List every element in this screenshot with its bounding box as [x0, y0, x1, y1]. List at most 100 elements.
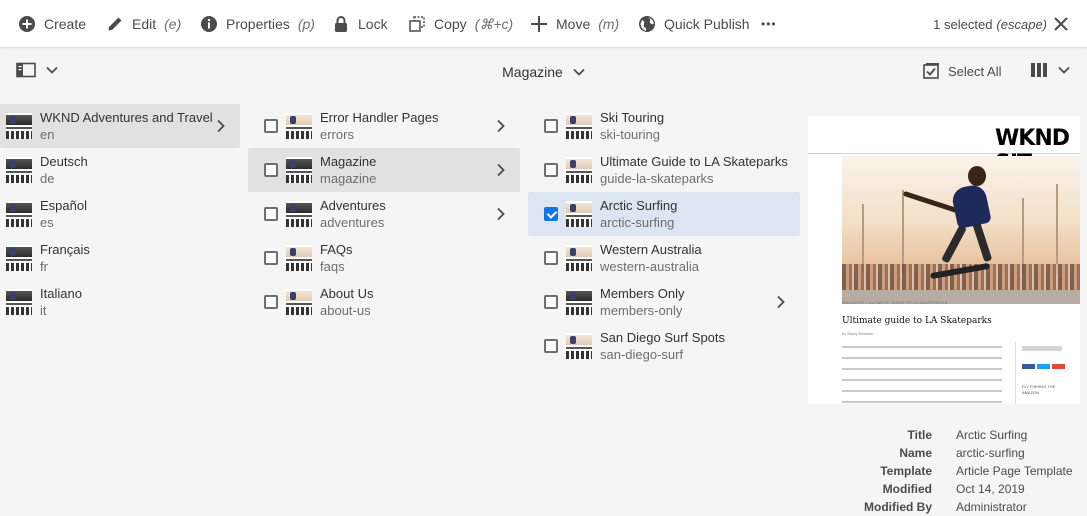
- select-all-icon: [923, 63, 939, 79]
- lock-icon: [335, 16, 347, 32]
- edit-label: Edit: [132, 16, 157, 32]
- move-shortcut: (m): [598, 16, 620, 32]
- item-labels: Ski Touring ski-touring: [600, 109, 664, 143]
- sub-header: Magazine Select All: [0, 48, 1087, 96]
- item-labels: About Us about-us: [320, 285, 373, 319]
- view-switcher[interactable]: [1030, 62, 1070, 78]
- move-label: Move: [556, 16, 591, 32]
- rail-toggle-button[interactable]: [16, 62, 58, 78]
- item-name: about-us: [320, 303, 371, 318]
- list-item[interactable]: Deutsch de: [0, 148, 240, 192]
- meta-label-name: Name: [899, 446, 932, 460]
- list-item[interactable]: Italiano it: [0, 280, 240, 324]
- item-checkbox[interactable]: [264, 163, 278, 177]
- item-labels: Magazine magazine: [320, 153, 376, 187]
- item-checkbox[interactable]: [544, 295, 558, 309]
- list-item[interactable]: Members Only members-only: [528, 280, 800, 324]
- item-title: Arctic Surfing: [600, 198, 678, 213]
- list-item[interactable]: Ultimate Guide to LA Skateparks guide-la…: [528, 148, 800, 192]
- more-button[interactable]: •••: [761, 0, 777, 48]
- move-icon: [531, 16, 547, 32]
- page-thumbnail: [6, 245, 32, 271]
- item-title: Error Handler Pages: [320, 110, 439, 125]
- lock-label: Lock: [358, 16, 388, 32]
- list-item[interactable]: FAQs faqs: [248, 236, 520, 280]
- item-labels: Western Australia western-australia: [600, 241, 702, 275]
- list-item[interactable]: Error Handler Pages errors: [248, 104, 520, 148]
- item-title: About Us: [320, 286, 374, 301]
- page-thumbnail: [286, 113, 312, 139]
- chevron-right-icon: [497, 119, 505, 133]
- breadcrumb-label: Magazine: [502, 64, 563, 80]
- metadata-values: Arctic Surfing arctic-surfing Article Pa…: [956, 426, 1073, 516]
- item-labels: WKND Adventures and Travel en: [40, 109, 213, 143]
- select-all-button[interactable]: Select All: [922, 62, 1001, 80]
- item-checkbox[interactable]: [544, 251, 558, 265]
- item-checkbox[interactable]: [544, 163, 558, 177]
- item-title: Français: [40, 242, 90, 257]
- create-button[interactable]: Create: [18, 0, 86, 48]
- selection-hint: (escape): [996, 16, 1047, 32]
- sidebar-icon: [16, 62, 36, 78]
- list-item[interactable]: Western Australia western-australia: [528, 236, 800, 280]
- page-thumbnail: [6, 157, 32, 183]
- item-title: Members Only: [600, 286, 685, 301]
- item-checkbox[interactable]: [544, 339, 558, 353]
- properties-button[interactable]: Properties (p): [200, 0, 315, 48]
- list-item[interactable]: Magazine magazine: [248, 148, 520, 192]
- list-item[interactable]: Español es: [0, 192, 240, 236]
- preview-headline: Ultimate guide to LA Skateparks: [842, 316, 992, 326]
- item-checkbox-checked[interactable]: [544, 207, 558, 221]
- lock-button[interactable]: Lock: [332, 0, 388, 48]
- list-item[interactable]: Arctic Surfing arctic-surfing: [528, 192, 800, 236]
- list-item[interactable]: Ski Touring ski-touring: [528, 104, 800, 148]
- item-labels: San Diego Surf Spots san-diego-surf: [600, 329, 725, 363]
- metadata-labels: Title Name Template Modified Modified By: [864, 426, 932, 516]
- page-thumbnail: [566, 157, 592, 183]
- preview-hero-image: [842, 156, 1080, 304]
- list-item[interactable]: San Diego Surf Spots san-diego-surf: [528, 324, 800, 368]
- preview-byline: By Stacey Roswells: [842, 332, 873, 336]
- select-all-label: Select All: [948, 63, 1002, 79]
- copy-button[interactable]: Copy (⌘+c): [408, 0, 513, 48]
- item-name: it: [40, 303, 47, 318]
- list-item[interactable]: Adventures adventures: [248, 192, 520, 236]
- edit-button[interactable]: Edit (e): [106, 0, 181, 48]
- quick-publish-button[interactable]: Quick Publish: [638, 0, 750, 48]
- pencil-icon: [108, 17, 122, 31]
- chevron-down-icon: [1058, 66, 1070, 74]
- item-name: errors: [320, 127, 354, 142]
- breadcrumb-dropdown[interactable]: Magazine: [502, 64, 585, 80]
- properties-label: Properties: [226, 16, 290, 32]
- item-title: Western Australia: [600, 242, 702, 257]
- preview-sidebar: FLY FISHING THE AMAZON: [1022, 346, 1072, 396]
- item-labels: Deutsch de: [40, 153, 88, 187]
- item-checkbox[interactable]: [264, 119, 278, 133]
- meta-value-title: Arctic Surfing: [956, 428, 1028, 442]
- list-item[interactable]: WKND Adventures and Travel en: [0, 104, 240, 148]
- item-labels: Members Only members-only: [600, 285, 685, 319]
- item-name: es: [40, 215, 54, 230]
- item-checkbox[interactable]: [264, 207, 278, 221]
- selection-count: 1 selected (escape): [933, 0, 1047, 48]
- close-icon[interactable]: [1051, 14, 1071, 34]
- item-name: faqs: [320, 259, 345, 274]
- item-checkbox[interactable]: [544, 119, 558, 133]
- item-name: arctic-surfing: [600, 215, 675, 230]
- item-name: en: [40, 127, 55, 142]
- preview-breadcrumb: MAGAZINE • ULTIMATE GUIDE TO LA SKATEPAR…: [842, 300, 948, 305]
- info-icon: [201, 16, 217, 32]
- item-name: san-diego-surf: [600, 347, 684, 362]
- chevron-down-icon: [46, 66, 58, 74]
- list-item[interactable]: Français fr: [0, 236, 240, 280]
- item-name: members-only: [600, 303, 683, 318]
- item-checkbox[interactable]: [264, 295, 278, 309]
- page-thumbnail: [6, 289, 32, 315]
- list-item[interactable]: About Us about-us: [248, 280, 520, 324]
- item-title: Ski Touring: [600, 110, 665, 125]
- item-checkbox[interactable]: [264, 251, 278, 265]
- globe-icon: [639, 16, 655, 32]
- meta-label-modified-by: Modified By: [864, 500, 932, 514]
- item-title: Italiano: [40, 286, 82, 301]
- move-button[interactable]: Move (m): [530, 0, 619, 48]
